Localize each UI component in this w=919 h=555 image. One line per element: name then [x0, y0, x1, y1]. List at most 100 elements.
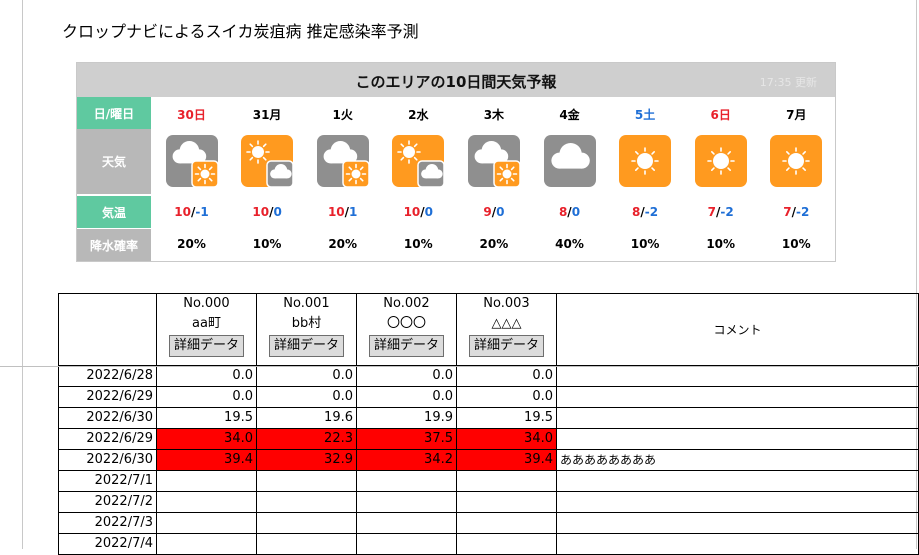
date-cell: 2022/7/2 — [58, 491, 157, 513]
rain-probability: 40% — [555, 237, 584, 251]
temperature: 9/0 — [456, 205, 531, 219]
comment-cell — [556, 512, 919, 534]
weather-title: このエリアの10日間天気予報 — [355, 73, 557, 91]
infection-rate-cell: 19.6 — [256, 407, 357, 429]
station-header: No.002 〇〇〇 詳細データ — [356, 293, 457, 366]
row-label-weather: 天気 — [77, 129, 151, 194]
comment-cell — [556, 386, 919, 408]
temperature-low: 0 — [273, 205, 282, 219]
day-label: 30日 — [177, 108, 206, 122]
station-header: No.000 aa町 詳細データ — [156, 293, 257, 366]
rain-probability: 10% — [403, 237, 433, 251]
infection-rate-cell — [456, 533, 557, 555]
day-label: 2水 — [408, 108, 429, 122]
temperature: 10/-1 — [154, 205, 229, 219]
temperature-low: 1 — [349, 205, 358, 219]
rain-probability: 20% — [479, 237, 509, 251]
infection-rate-cell: 34.2 — [356, 449, 457, 471]
weather-header: このエリアの10日間天気予報 17:35 更新 — [77, 63, 835, 97]
infection-rate-cell: 19.5 — [156, 407, 257, 429]
page-title: クロップナビによるスイカ炭疽病 推定感染率予測 — [62, 22, 419, 41]
date-cell: 2022/7/3 — [58, 512, 157, 534]
weather-widget: このエリアの10日間天気予報 17:35 更新 日/曜日 天気 気温 降水確率 … — [76, 62, 836, 262]
temperature-low: 0 — [571, 205, 581, 219]
date-cell: 2022/7/1 — [58, 470, 157, 492]
row-label-rain: 降水確率 — [77, 229, 151, 261]
infection-rate-cell: 0.0 — [356, 365, 457, 387]
station-number: No.002 — [383, 296, 430, 311]
infection-rate-cell — [356, 512, 457, 534]
infection-rate-cell — [456, 512, 557, 534]
infection-rate-cell: 19.5 — [456, 407, 557, 429]
infection-rate-cell: 39.4 — [156, 449, 257, 471]
temperature: 7/-2 — [683, 205, 758, 219]
infection-rate-cell: 34.0 — [156, 428, 257, 450]
temperature-high: 10 — [327, 205, 345, 219]
infection-rate-cell: 22.3 — [256, 428, 357, 450]
day-label: 6日 — [710, 108, 731, 122]
infection-rate-cell — [256, 470, 357, 492]
table-row: 2022/6/30 39.4 32.9 34.2 39.4 ああああああああ — [58, 449, 919, 471]
infection-rate-cell: 32.9 — [256, 449, 357, 471]
infection-rate-cell — [356, 533, 457, 555]
cloud-sun-icon — [154, 131, 229, 191]
temperature-low: -1 — [195, 205, 209, 219]
infection-rate-cell — [256, 491, 357, 513]
detail-data-button[interactable]: 詳細データ — [168, 335, 244, 357]
comment-cell — [556, 365, 919, 387]
day-label: 4金 — [559, 108, 580, 122]
rain-probability: 20% — [328, 237, 358, 251]
infection-rate-cell: 39.4 — [456, 449, 557, 471]
comment-cell — [556, 407, 919, 429]
station-header: No.003 △△△ 詳細データ — [456, 293, 557, 366]
infection-rate-cell — [156, 512, 257, 534]
infection-rate-cell — [256, 512, 357, 534]
temperature: 7/-2 — [759, 205, 834, 219]
frame-left-border — [22, 0, 23, 549]
station-header: No.001 bb村 詳細データ — [256, 293, 357, 366]
station-number: No.003 — [483, 296, 530, 311]
row-label-day: 日/曜日 — [77, 97, 151, 129]
table-row: 2022/6/29 34.0 22.3 37.5 34.0 — [58, 428, 919, 450]
day-label: 3木 — [483, 108, 505, 122]
day-label: 1火 — [332, 108, 353, 122]
infection-rate-cell: 0.0 — [256, 365, 357, 387]
temperature-low: 0 — [424, 205, 434, 219]
rain-probability: 20% — [177, 237, 206, 251]
comment-cell — [556, 470, 919, 492]
date-cell: 2022/6/29 — [58, 386, 157, 408]
infection-rate-cell: 19.9 — [356, 407, 457, 429]
infection-rate-cell: 0.0 — [156, 365, 257, 387]
table-row: 2022/7/1 — [58, 470, 919, 492]
table-header-row: No.000 aa町 詳細データ No.001 bb村 詳細データ No.002… — [58, 293, 919, 366]
cloud-sun-icon — [456, 131, 531, 191]
detail-data-button[interactable]: 詳細データ — [368, 335, 444, 357]
table-row: 2022/7/3 — [58, 512, 919, 534]
date-cell: 2022/6/30 — [58, 407, 157, 429]
temperature-low: -2 — [644, 205, 659, 219]
table-row: 2022/6/28 0.0 0.0 0.0 0.0 — [58, 365, 919, 387]
station-name: aa町 — [192, 316, 221, 331]
station-number: No.000 — [183, 296, 230, 311]
rain-probability: 10% — [706, 237, 736, 251]
infection-rate-cell: 0.0 — [156, 386, 257, 408]
infection-rate-cell: 0.0 — [456, 386, 557, 408]
detail-data-button[interactable]: 詳細データ — [468, 335, 544, 357]
detail-data-button[interactable]: 詳細データ — [268, 335, 344, 357]
temperature-high: 7 — [707, 205, 716, 219]
temperature-low: -2 — [796, 205, 810, 219]
infection-rate-cell: 37.5 — [356, 428, 457, 450]
table-row: 2022/7/4 — [58, 533, 919, 555]
day-label: 7月 — [786, 108, 807, 122]
sun-cloud-icon — [381, 131, 456, 191]
temperature-low: 0 — [496, 205, 505, 219]
date-cell: 2022/6/29 — [58, 428, 157, 450]
table-row: 2022/7/2 — [58, 491, 919, 513]
infection-rate-cell — [456, 491, 557, 513]
infection-rate-cell — [356, 491, 457, 513]
comment-cell: ああああああああ — [556, 449, 919, 471]
infection-table: No.000 aa町 詳細データ No.001 bb村 詳細データ No.002… — [58, 293, 919, 555]
cloud-sun-icon — [305, 131, 380, 191]
cloud-icon — [532, 131, 607, 191]
station-number: No.001 — [283, 296, 330, 311]
